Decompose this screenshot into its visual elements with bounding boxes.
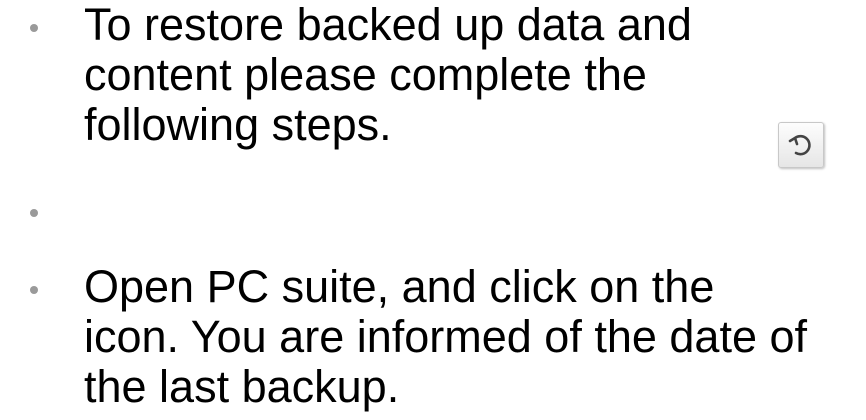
restore-button[interactable]	[778, 122, 824, 168]
bullet-text: To restore backed up data and content pl…	[84, 0, 692, 150]
bullet-dot	[30, 209, 38, 217]
bullet-dot	[30, 24, 38, 32]
restore-icon	[788, 134, 811, 156]
bullet-text: Open PC suite, and click on the icon. Yo…	[84, 261, 808, 412]
bullet-dot	[30, 286, 38, 294]
slide: To restore backed up data and content pl…	[0, 0, 866, 420]
